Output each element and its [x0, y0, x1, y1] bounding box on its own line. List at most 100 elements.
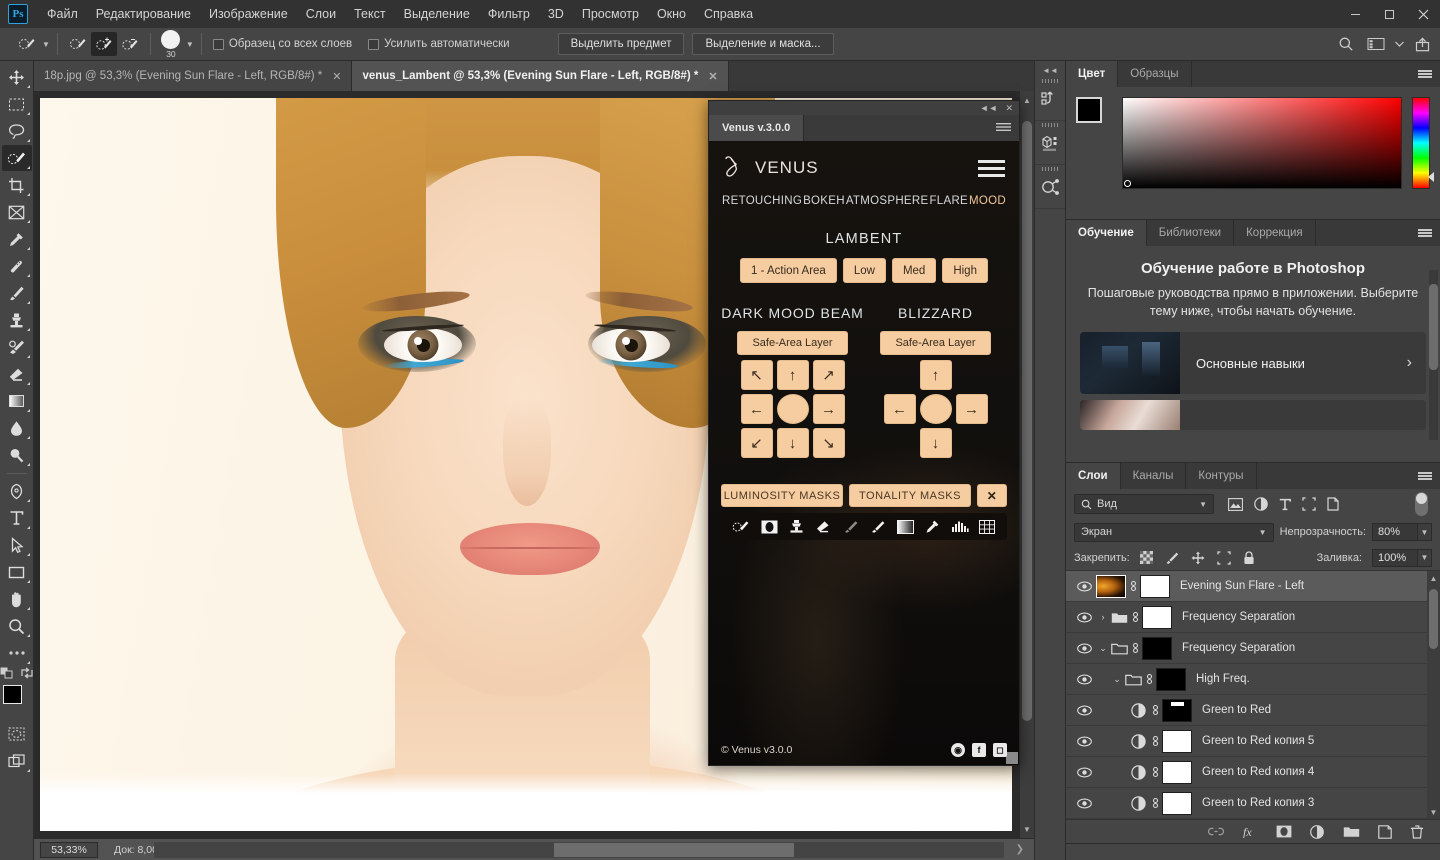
color-ramp[interactable] — [1122, 97, 1402, 189]
menu-edit[interactable]: Редактирование — [87, 3, 200, 25]
share-icon[interactable] — [1408, 31, 1436, 57]
menu-view[interactable]: Просмотр — [573, 3, 648, 25]
default-colors-icon[interactable] — [0, 667, 14, 679]
smartobject-filter-icon[interactable] — [1327, 497, 1339, 511]
crop-tool[interactable] — [2, 172, 32, 198]
center-button[interactable] — [776, 394, 809, 424]
dodge-tool[interactable] — [2, 442, 32, 468]
tab-layers[interactable]: Слои — [1066, 463, 1121, 489]
arrow-left-button[interactable]: ← — [740, 394, 773, 424]
zoom-tool[interactable] — [2, 613, 32, 639]
blizzard-arrow-up-button[interactable]: ↑ — [919, 360, 952, 390]
new-group-icon[interactable] — [1343, 825, 1360, 838]
arrow-up-left-button[interactable]: ↖ — [740, 360, 773, 390]
canvas-horizontal-scrollbar[interactable] — [154, 842, 1004, 858]
scroll-down-icon[interactable]: ▼ — [1020, 822, 1034, 836]
adjustment-layer-icon[interactable] — [1128, 764, 1148, 780]
scroll-down-icon[interactable]: ▼ — [1427, 805, 1440, 819]
hue-slider-marker[interactable] — [1428, 172, 1434, 182]
quick-mask-button[interactable] — [2, 721, 32, 747]
blur-tool[interactable] — [2, 415, 32, 441]
arrow-right-button[interactable]: → — [812, 394, 845, 424]
learn-panel-menu-icon[interactable] — [1410, 220, 1440, 246]
link-icon[interactable] — [1148, 796, 1162, 810]
color-panel-menu-icon[interactable] — [1410, 61, 1440, 87]
zoom-level-field[interactable]: 53,33% — [40, 841, 98, 858]
eyedropper-tool[interactable] — [2, 226, 32, 252]
brush-tool[interactable] — [2, 280, 32, 306]
group-expand-icon[interactable]: ⌄ — [1110, 674, 1124, 685]
eyedropper-icon[interactable] — [925, 519, 940, 534]
chevron-down-icon[interactable] — [1392, 31, 1406, 57]
instagram-icon[interactable]: ◻ — [993, 743, 1007, 757]
add-mask-icon[interactable] — [1276, 825, 1292, 838]
hamburger-menu-icon[interactable] — [978, 159, 1005, 177]
arrow-up-right-button[interactable]: ↗ — [812, 360, 845, 390]
link-icon[interactable] — [1128, 610, 1142, 624]
link-icon[interactable] — [1148, 765, 1162, 779]
lock-image-icon[interactable] — [1165, 551, 1179, 565]
close-icon[interactable]: ✕ — [332, 70, 341, 83]
layer-visibility-icon[interactable] — [1072, 736, 1096, 747]
type-tool[interactable] — [2, 505, 32, 531]
frame-tool[interactable] — [2, 199, 32, 225]
layer-visibility-icon[interactable] — [1072, 581, 1096, 592]
layers-panel-menu-icon[interactable] — [1410, 463, 1440, 489]
properties-icon[interactable] — [1035, 165, 1065, 209]
mask-icon[interactable] — [761, 520, 778, 534]
table-row[interactable]: ⌄ High Freq. — [1066, 664, 1440, 695]
safe-area-layer-button-right[interactable]: Safe-Area Layer — [880, 331, 991, 355]
grid-icon[interactable] — [979, 519, 996, 534]
layer-mask-thumbnail[interactable] — [1162, 760, 1192, 784]
venus-nav-flare[interactable]: FLARE — [929, 195, 968, 207]
layer-style-icon[interactable]: fx — [1242, 825, 1258, 838]
maximize-icon[interactable] — [1372, 0, 1406, 28]
menu-file[interactable]: Файл — [38, 3, 87, 25]
arrow-down-button[interactable]: ↓ — [776, 428, 809, 458]
chevron-down-icon[interactable]: ▼ — [1199, 500, 1207, 509]
learn-card-basic-skills[interactable]: Основные навыки › — [1080, 332, 1426, 395]
action-area-button[interactable]: 1 - Action Area — [740, 258, 837, 283]
screen-mode-button[interactable] — [2, 748, 32, 774]
blend-mode-select[interactable]: Экран ▼ — [1074, 522, 1274, 542]
scroll-up-icon[interactable]: ▲ — [1020, 93, 1034, 107]
tool-preset-chevron-icon[interactable]: ▼ — [42, 40, 50, 49]
link-icon[interactable] — [1148, 703, 1162, 717]
layer-visibility-icon[interactable] — [1072, 643, 1096, 654]
add-to-selection-button[interactable] — [90, 32, 117, 56]
close-icon[interactable] — [1406, 0, 1440, 28]
3d-icon[interactable] — [1035, 121, 1065, 165]
delete-layer-icon[interactable] — [1410, 824, 1424, 839]
quick-selection-tool[interactable] — [1, 145, 32, 171]
brush-picker-chevron-icon[interactable]: ▼ — [186, 40, 194, 49]
tonality-masks-button[interactable]: TONALITY MASKS — [849, 484, 971, 507]
workspace-icon[interactable] — [1362, 31, 1390, 57]
layer-mask-thumbnail[interactable] — [1142, 636, 1172, 660]
arrow-down-right-button[interactable]: ↘ — [812, 428, 845, 458]
layer-mask-thumbnail[interactable] — [1140, 574, 1170, 598]
swap-colors-icon[interactable] — [20, 667, 34, 679]
tab-channels[interactable]: Каналы — [1121, 463, 1187, 489]
search-icon[interactable] — [1332, 31, 1360, 57]
menu-filter[interactable]: Фильтр — [479, 3, 539, 25]
layer-mask-thumbnail[interactable] — [1162, 698, 1192, 722]
layer-visibility-icon[interactable] — [1072, 674, 1096, 685]
venus-panel-menu-icon[interactable] — [996, 115, 1019, 141]
facebook-icon[interactable]: f — [972, 743, 986, 757]
document-tab-1[interactable]: 18p.jpg @ 53,3% (Evening Sun Flare - Lef… — [34, 61, 353, 91]
layer-mask-thumbnail[interactable] — [1162, 729, 1192, 753]
menu-image[interactable]: Изображение — [200, 3, 297, 25]
minimize-icon[interactable] — [1338, 0, 1372, 28]
learn-panel-scrollbar[interactable] — [1429, 270, 1438, 440]
link-icon[interactable] — [1148, 734, 1162, 748]
filter-enable-toggle[interactable] — [1415, 492, 1428, 516]
learn-card-second[interactable] — [1080, 400, 1426, 431]
link-icon[interactable] — [1128, 641, 1142, 655]
link-icon[interactable] — [1126, 579, 1140, 593]
venus-nav-atmosphere[interactable]: ATMOSPHERE — [846, 195, 929, 207]
fill-stepper[interactable]: ▼ — [1418, 548, 1432, 567]
chevron-down-icon[interactable]: ▼ — [1259, 528, 1267, 537]
hand-tool[interactable] — [2, 586, 32, 612]
table-row[interactable]: Evening Sun Flare - Left — [1066, 571, 1440, 602]
history-brush-tool[interactable] — [2, 334, 32, 360]
